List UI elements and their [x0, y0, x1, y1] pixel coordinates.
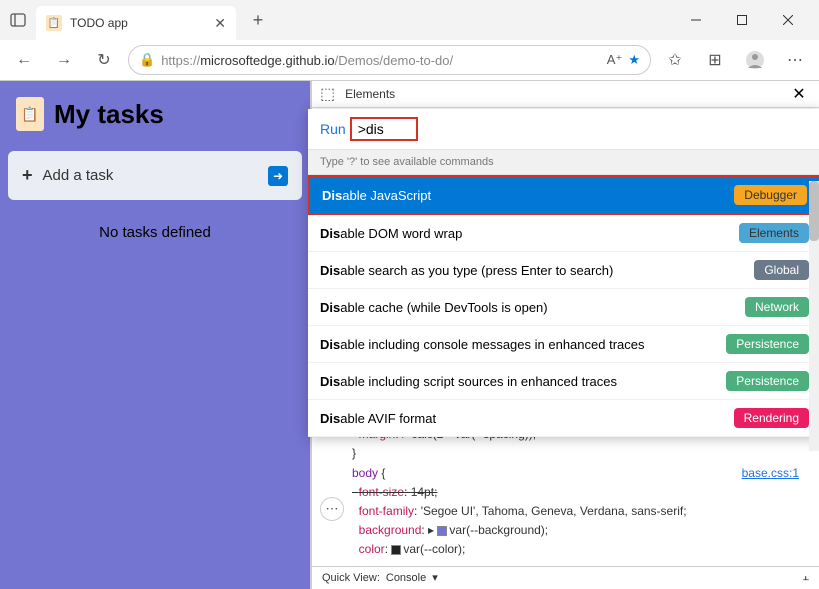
command-category-badge: Debugger [734, 185, 807, 205]
dock-icon[interactable]: ⫠ [802, 571, 809, 584]
tab-title: TODO app [70, 16, 206, 30]
refresh-button[interactable]: ↻ [88, 44, 120, 76]
quickview-bar: Quick View: Console ▾ ⫠ [312, 566, 819, 589]
command-result-item[interactable]: Disable cache (while DevTools is open)Ne… [308, 289, 819, 326]
favorite-icon[interactable]: ★ [628, 52, 640, 68]
favorites-icon[interactable]: ✩ [659, 44, 691, 76]
browser-toolbar: ← → ↻ 🔒 https://microsoftedge.github.io/… [0, 40, 819, 80]
reader-icon[interactable]: A⁺ [607, 52, 623, 68]
quickview-label: Quick View: [322, 572, 380, 584]
tab-close-icon[interactable]: ✕ [214, 15, 226, 32]
devtools-panel: ⬚ Elements ✕ Run Type '?' to see availab… [310, 81, 819, 589]
styles-panel: + margin: ▸ calc(2 * var(--spacing)); } … [312, 418, 819, 565]
more-icon[interactable]: ⋯ [779, 44, 811, 76]
extensions-icon[interactable]: ⊞ [699, 44, 731, 76]
devtools-tabbar: ⬚ Elements ✕ [312, 81, 819, 108]
back-button[interactable]: ← [8, 44, 40, 76]
command-result-item[interactable]: Disable JavaScriptDebugger [308, 175, 819, 215]
close-window-button[interactable] [765, 4, 811, 36]
tab-actions-icon[interactable] [8, 10, 28, 30]
command-category-badge: Elements [739, 223, 809, 243]
more-actions-button[interactable]: ⋯ [320, 497, 344, 521]
minimize-button[interactable] [673, 4, 719, 36]
source-link[interactable]: base.css:1 [742, 464, 799, 483]
command-result-item[interactable]: Disable search as you type (press Enter … [308, 252, 819, 289]
command-results: Disable JavaScriptDebuggerDisable DOM wo… [308, 175, 819, 437]
forward-button[interactable]: → [48, 44, 80, 76]
command-category-badge: Global [754, 260, 809, 280]
page-content: 📋 My tasks + Add a task ➜ No tasks defin… [0, 81, 819, 589]
command-result-item[interactable]: Disable including script sources in enha… [308, 363, 819, 400]
add-task-label: Add a task [43, 167, 258, 184]
empty-state-text: No tasks defined [8, 200, 302, 265]
scrollbar-thumb[interactable] [809, 181, 819, 241]
new-tab-button[interactable]: + [244, 6, 272, 34]
todo-app-pane: 📋 My tasks + Add a task ➜ No tasks defin… [0, 81, 310, 589]
color-swatch-icon[interactable] [391, 545, 401, 555]
command-result-item[interactable]: Disable DOM word wrapElements [308, 215, 819, 252]
devtools-tab-elements[interactable]: Elements [345, 87, 395, 101]
command-hint: Type '?' to see available commands [308, 149, 819, 175]
add-task-button[interactable]: + Add a task ➜ [8, 151, 302, 200]
submit-arrow-icon[interactable]: ➜ [268, 166, 288, 186]
inspect-icon[interactable]: ⬚ [320, 84, 335, 104]
command-result-item[interactable]: Disable AVIF formatRendering [308, 400, 819, 437]
profile-icon[interactable] [739, 44, 771, 76]
devtools-close-icon[interactable]: ✕ [787, 82, 811, 106]
command-menu: Run Type '?' to see available commands D… [308, 109, 819, 437]
command-run-label: Run [320, 121, 346, 137]
lock-icon: 🔒 [139, 52, 155, 68]
command-input-highlight [350, 117, 418, 141]
app-header: 📋 My tasks [8, 97, 302, 151]
titlebar: 📋 TODO app ✕ + [0, 0, 819, 40]
command-category-badge: Persistence [726, 334, 809, 354]
maximize-button[interactable] [719, 4, 765, 36]
command-category-badge: Persistence [726, 371, 809, 391]
tab-favicon-icon: 📋 [46, 15, 62, 31]
chevron-down-icon[interactable]: ▾ [432, 571, 438, 584]
command-category-badge: Rendering [734, 408, 809, 428]
browser-tab[interactable]: 📋 TODO app ✕ [36, 6, 236, 40]
command-input-row: Run [308, 109, 819, 149]
plus-icon: + [22, 165, 33, 186]
quickview-panel[interactable]: Console [386, 572, 426, 584]
command-input[interactable] [358, 121, 410, 137]
scrollbar[interactable] [809, 181, 819, 451]
url-text: https://microsoftedge.github.io/Demos/de… [161, 53, 601, 68]
command-category-badge: Network [745, 297, 809, 317]
command-result-item[interactable]: Disable including console messages in en… [308, 326, 819, 363]
address-bar[interactable]: 🔒 https://microsoftedge.github.io/Demos/… [128, 45, 651, 75]
window-controls [673, 4, 811, 36]
app-title: My tasks [54, 99, 164, 130]
clipboard-icon: 📋 [16, 97, 44, 131]
color-swatch-icon[interactable] [437, 526, 447, 536]
browser-chrome: 📋 TODO app ✕ + ← → ↻ 🔒 https://microsoft… [0, 0, 819, 81]
